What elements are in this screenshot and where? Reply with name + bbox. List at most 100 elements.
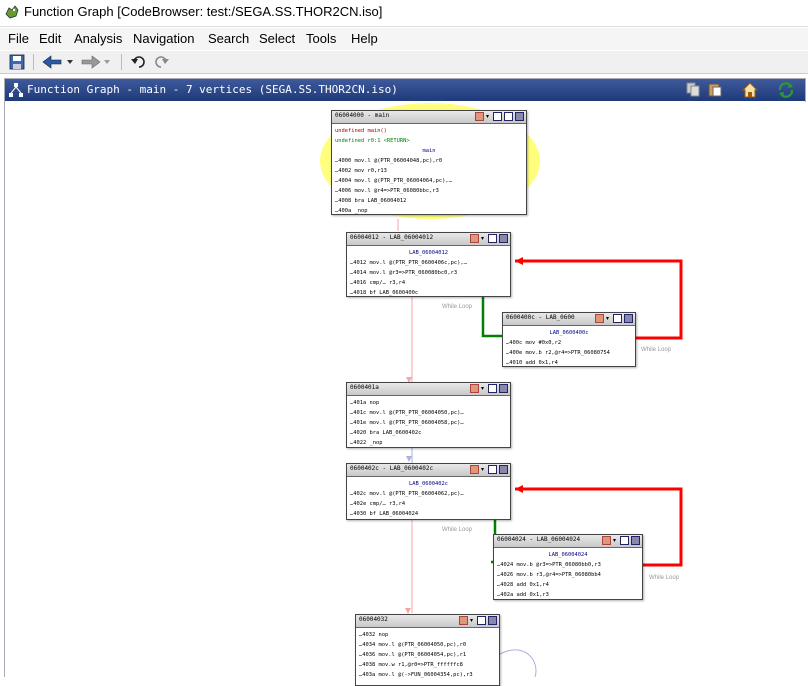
node-title: 06004012 - LAB_06004012 (350, 234, 434, 241)
code-label[interactable]: main (335, 146, 523, 156)
code-line[interactable]: …403a mov.l @(->FUN_06004354,pc),r3 (359, 670, 496, 680)
window-icon[interactable] (477, 616, 486, 625)
code-line[interactable]: …4006 mov.l @r4=>PTR_06080bbc,r3 (335, 186, 523, 196)
graph-node-lab-06004012[interactable]: 06004012 - LAB_06004012 ▾ LAB_06004012 …… (346, 232, 511, 297)
dropdown-icon[interactable]: ▾ (606, 314, 611, 323)
code-line[interactable]: …4036 mov.l @(PTR_06004054,pc),r1 (359, 650, 496, 660)
code-line[interactable]: …401e mov.l @(PTR_PTR_06004058,pc)… (350, 418, 507, 428)
edit-icon[interactable] (470, 465, 479, 474)
code-line[interactable]: …402a add 0x1,r3 (497, 590, 639, 600)
paste-icon[interactable] (707, 81, 723, 97)
node-header[interactable]: 06004024 - LAB_06004024 ▾ (494, 535, 642, 548)
code-line[interactable]: …4020 bra LAB_0600402c (350, 428, 507, 438)
code-line[interactable]: …400a _nop (335, 206, 523, 216)
code-label[interactable]: LAB_0600402c (350, 479, 507, 489)
node-header[interactable]: 0600402c - LAB_0600402c ▾ (347, 464, 510, 477)
save-icon[interactable] (8, 53, 26, 71)
maximize-icon[interactable] (499, 465, 508, 474)
code-line[interactable]: …4022 _nop (350, 438, 507, 448)
menu-tools[interactable]: Tools (306, 31, 336, 46)
back-icon[interactable] (41, 53, 75, 71)
maximize-icon[interactable] (631, 536, 640, 545)
edit-icon[interactable] (595, 314, 604, 323)
code-line[interactable]: …4012 mov.l @(PTR_PTR_0600406c,pc),… (350, 258, 507, 268)
graph-node-lab-0600402c[interactable]: 0600402c - LAB_0600402c ▾ LAB_0600402c …… (346, 463, 511, 520)
edit-icon[interactable] (459, 616, 468, 625)
dropdown-icon[interactable]: ▾ (481, 384, 486, 393)
code-line[interactable]: …402c mov.l @(PTR_PTR_06004062,pc)… (350, 489, 507, 499)
window-icon[interactable] (488, 384, 497, 393)
code-label[interactable]: LAB_06004012 (350, 248, 507, 258)
node-header[interactable]: 06004032 ▾ (356, 615, 499, 628)
code-label[interactable]: LAB_06004024 (497, 550, 639, 560)
edit-icon[interactable] (475, 112, 484, 121)
menu-select[interactable]: Select (259, 31, 295, 46)
graph-node-lab-0600400c[interactable]: 0600400c - LAB_0600 ▾ LAB_0600400c …400c… (502, 312, 636, 367)
code-line[interactable]: …4034 mov.l @(PTR_06004050,pc),r0 (359, 640, 496, 650)
dropdown-icon[interactable]: ▾ (481, 465, 486, 474)
graph-node-0600401a[interactable]: 0600401a ▾ …401a nop …401c mov.l @(PTR_P… (346, 382, 511, 448)
code-line[interactable]: …4002 mov r0,r13 (335, 166, 523, 176)
edit-icon[interactable] (470, 234, 479, 243)
code-line[interactable]: undefined r0:1 <RETURN> (335, 136, 523, 146)
graph-node-main[interactable]: 06004000 - main ▾ undefined main() undef… (331, 110, 527, 215)
code-label[interactable]: LAB_0600400c (506, 328, 632, 338)
code-line[interactable]: …4026 mov.b r3,@r4=>PTR_06080bb4 (497, 570, 639, 580)
node-header[interactable]: 06004012 - LAB_06004012 ▾ (347, 233, 510, 246)
dropdown-icon[interactable]: ▾ (613, 536, 618, 545)
maximize-icon[interactable] (624, 314, 633, 323)
code-line[interactable]: …4010 add 0x1,r4 (506, 358, 632, 368)
maximize-icon[interactable] (488, 616, 497, 625)
forward-icon[interactable] (80, 53, 114, 71)
maximize-icon[interactable] (499, 384, 508, 393)
window-icon[interactable] (620, 536, 629, 545)
maximize-icon[interactable] (499, 234, 508, 243)
code-line[interactable]: …4004 mov.l @(PTR_PTR_06004064,pc),… (335, 176, 523, 186)
home-icon[interactable] (741, 81, 759, 99)
code-line[interactable]: …400e mov.b r2,@r4=>PTR_06080754 (506, 348, 632, 358)
edit-icon[interactable] (470, 384, 479, 393)
menu-help[interactable]: Help (351, 31, 378, 46)
menu-analysis[interactable]: Analysis (74, 31, 122, 46)
panel-title: Function Graph - main - 7 vertices (SEGA… (27, 83, 398, 96)
code-line[interactable]: …4000 mov.l @(PTR_06004048,pc),r0 (335, 156, 523, 166)
code-line[interactable]: …4032 nop (359, 630, 496, 640)
menu-search[interactable]: Search (208, 31, 249, 46)
refresh-icon[interactable] (777, 81, 795, 99)
code-line[interactable]: …4028 add 0x1,r4 (497, 580, 639, 590)
undo-icon[interactable] (130, 53, 148, 71)
code-line[interactable]: …401c mov.l @(PTR_PTR_06004050,pc)… (350, 408, 507, 418)
code-line[interactable]: …4024 mov.b @r3=>PTR_06080bb0,r3 (497, 560, 639, 570)
window-icon[interactable] (488, 234, 497, 243)
menu-navigation[interactable]: Navigation (133, 31, 194, 46)
copy-icon[interactable] (685, 81, 701, 97)
code-line[interactable]: …4008 bra LAB_06004012 (335, 196, 523, 206)
redo-icon[interactable] (152, 53, 170, 71)
maximize-icon[interactable] (515, 112, 524, 121)
code-line[interactable]: …4030 bf LAB_06004024 (350, 509, 507, 519)
code-line[interactable]: …4014 mov.l @r3=>PTR_060080bc0,r3 (350, 268, 507, 278)
node-header[interactable]: 0600401a ▾ (347, 383, 510, 396)
restore-icon[interactable] (493, 112, 502, 121)
dropdown-icon[interactable]: ▾ (481, 234, 486, 243)
window-icon[interactable] (488, 465, 497, 474)
menu-edit[interactable]: Edit (39, 31, 61, 46)
code-line[interactable]: …402e cmp/… r3,r4 (350, 499, 507, 509)
function-signature[interactable]: undefined main() (335, 128, 387, 134)
code-line[interactable]: …4016 cmp/… r3,r4 (350, 278, 507, 288)
window-icon[interactable] (613, 314, 622, 323)
code-line[interactable]: …4038 mov.w r1,@r0=>PTR_ffffffc8 (359, 660, 496, 670)
window-icon[interactable] (504, 112, 513, 121)
code-line[interactable]: …4018 bf LAB_0600400c (350, 288, 507, 298)
graph-node-lab-06004024[interactable]: 06004024 - LAB_06004024 ▾ LAB_06004024 …… (493, 534, 643, 600)
node-header[interactable]: 0600400c - LAB_0600 ▾ (503, 313, 635, 326)
dropdown-icon[interactable]: ▾ (486, 112, 491, 121)
menu-file[interactable]: File (8, 31, 29, 46)
graph-node-06004032[interactable]: 06004032 ▾ …4032 nop …4034 mov.l @(PTR_0… (355, 614, 500, 686)
edit-icon[interactable] (602, 536, 611, 545)
node-header[interactable]: 06004000 - main ▾ (332, 111, 526, 124)
code-line[interactable]: …400c mov #0x0,r2 (506, 338, 632, 348)
dropdown-icon[interactable]: ▾ (470, 616, 475, 625)
code-line[interactable]: …401a nop (350, 398, 507, 408)
function-graph-canvas[interactable]: While Loop While Loop While Loop While L… (4, 101, 805, 686)
